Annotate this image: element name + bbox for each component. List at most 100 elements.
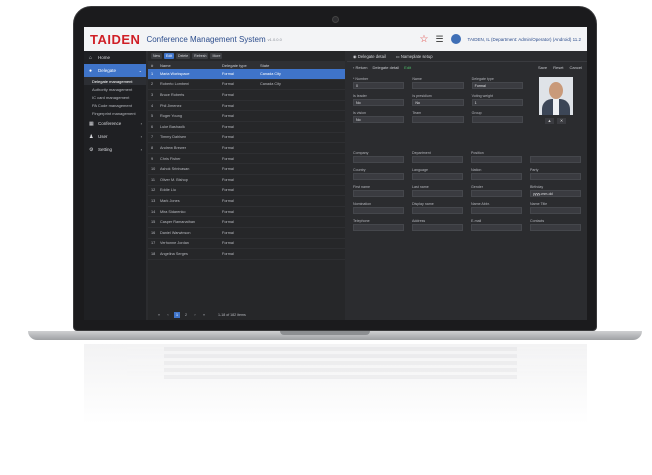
table-row[interactable]: 1 Maria Workspace Formal Canada City — [148, 69, 345, 80]
app-title: Conference Management System — [146, 34, 266, 44]
field-input[interactable] — [530, 207, 581, 214]
table-row[interactable]: 16 Daniel Warwinson Formal — [148, 228, 345, 239]
table-cell: Luke Bashaolk — [160, 124, 185, 129]
edit-button[interactable]: Edit — [164, 53, 175, 59]
table-cell: Formal — [222, 145, 234, 150]
field-input[interactable]: yyyy-mm-dd — [530, 190, 581, 197]
field-input[interactable]: No — [412, 99, 464, 106]
field-input[interactable] — [412, 207, 463, 214]
field-input[interactable]: No — [353, 99, 405, 106]
table-row[interactable]: 5 Roger Young Formal — [148, 111, 345, 122]
table-row[interactable]: 9 Chris Fisher Formal — [148, 154, 345, 165]
table-row[interactable]: 8 Andrew Brewer Formal — [148, 143, 345, 154]
table-row[interactable]: 10 Ashok Srinivasan Formal — [148, 164, 345, 175]
field-input[interactable]: 1 — [471, 99, 523, 106]
prev-page-icon[interactable]: ‹ — [165, 312, 171, 318]
column-header[interactable]: Delegate type — [222, 63, 260, 68]
field-input[interactable] — [353, 224, 404, 231]
table-row[interactable]: 4 Phil Jimenez Formal — [148, 101, 345, 112]
sidebar-item-user[interactable]: ♟ User › — [84, 130, 146, 143]
menu-icon[interactable]: ☰ — [435, 34, 443, 45]
first-page-icon[interactable]: « — [156, 312, 162, 318]
field-input[interactable] — [412, 156, 463, 163]
user-avatar-icon[interactable] — [450, 34, 461, 44]
field-input[interactable] — [530, 224, 581, 231]
subitem-authority-management[interactable]: Authority management — [84, 85, 146, 93]
form-field: Language — [412, 168, 463, 185]
field-input[interactable] — [530, 156, 581, 163]
field-input[interactable] — [471, 156, 522, 163]
field-input[interactable] — [353, 207, 404, 214]
table-row[interactable]: 2 Roberto Lombeni Formal Canada City — [148, 80, 345, 91]
table-row[interactable]: 13 Mark Jones Formal — [148, 196, 345, 207]
subitem-fingerprint-management[interactable]: Fingerprint management — [84, 109, 146, 117]
table-cell: 4 — [151, 103, 154, 108]
table-row[interactable]: 11 Oliver M. Bishop Formal — [148, 175, 345, 186]
form-field: Name — [412, 77, 464, 94]
field-input[interactable] — [353, 190, 404, 197]
field-input[interactable] — [412, 224, 463, 231]
field-input[interactable] — [471, 116, 523, 123]
remove-photo-icon[interactable]: ✕ — [557, 118, 566, 124]
sidebar-item-home[interactable]: ⌂ Home — [84, 51, 146, 64]
subitem-ic-card-management[interactable]: IC card management — [84, 93, 146, 101]
refresh-button[interactable]: Refresh — [192, 53, 209, 59]
field-input[interactable] — [353, 173, 404, 180]
reset-button[interactable]: Reset — [553, 65, 563, 70]
field-input[interactable] — [412, 173, 463, 180]
sidebar-item-delegate[interactable]: ● Delegate ⌄ — [84, 64, 146, 77]
field-input[interactable] — [471, 207, 522, 214]
table-row[interactable]: 6 Luke Bashaolk Formal — [148, 122, 345, 133]
form-field: Contacts — [530, 219, 581, 236]
circle-icon: ◉ — [353, 53, 357, 59]
delete-button[interactable]: Delete — [176, 53, 191, 59]
subitem-pa-code-management[interactable]: PA Code management — [84, 101, 146, 109]
new-button[interactable]: New — [151, 53, 163, 59]
table-row[interactable]: 15 Casper Ramanathan Formal — [148, 217, 345, 228]
upload-photo-icon[interactable]: ▲ — [545, 118, 554, 124]
sidebar-item-conference[interactable]: ▦ Conference › — [84, 117, 146, 130]
last-page-icon[interactable]: » — [201, 312, 207, 318]
table-cell: Canada City — [260, 71, 281, 76]
table-cell: Formal — [222, 124, 234, 129]
table-row[interactable]: 18 Angelina Serges Formal — [148, 249, 345, 260]
field-input[interactable]: Formal — [471, 82, 523, 89]
sidebar-item-setting[interactable]: ⚙ Setting › — [84, 143, 146, 156]
field-input[interactable] — [471, 190, 522, 197]
tab-nameplate-setup[interactable]: ▭ Nameplate setup — [396, 54, 433, 59]
field-input[interactable] — [353, 156, 404, 163]
page-2-button[interactable]: 2 — [183, 312, 189, 318]
save-button[interactable]: Save — [538, 65, 547, 70]
form-field: Voting weight 1 — [471, 94, 523, 111]
next-page-icon[interactable]: › — [192, 312, 198, 318]
field-input[interactable] — [530, 173, 581, 180]
table-row[interactable]: 12 Eddie Liu Formal — [148, 186, 345, 197]
return-button[interactable]: ‹ Return — [353, 65, 367, 70]
user-info[interactable]: TAIDEN, IL (Department: Admin/Operator) … — [468, 37, 581, 42]
tab-delegate-detail[interactable]: ◉ Delegate detail — [353, 54, 386, 59]
field-input[interactable]: No — [353, 116, 405, 123]
column-header[interactable]: State — [260, 63, 290, 68]
table-cell: Formal — [222, 177, 234, 182]
detail-subbar: ‹ Return Delegate detail Edit Save Reset… — [347, 62, 587, 73]
cancel-button[interactable]: Cancel — [570, 65, 582, 70]
more-button[interactable]: More — [210, 53, 223, 59]
favorite-icon[interactable]: ☆ — [419, 34, 428, 45]
field-input[interactable]: 0 — [353, 82, 405, 89]
table-row[interactable]: 3 Bruce Roberts Formal — [148, 90, 345, 101]
column-header[interactable]: # — [148, 63, 160, 68]
form-field: Position — [471, 151, 522, 168]
table-cell: Angelina Serges — [160, 251, 188, 256]
table-row[interactable]: 14 Mira Sidarenko Formal — [148, 207, 345, 218]
field-input[interactable] — [471, 224, 522, 231]
field-input[interactable] — [412, 82, 464, 89]
field-input[interactable] — [412, 190, 463, 197]
table-row[interactable]: 17 Verhonne Jordan Formal — [148, 239, 345, 250]
sidebar-item-label: Setting — [98, 147, 113, 152]
field-input[interactable] — [471, 173, 522, 180]
subitem-delegate-management[interactable]: Delegate management — [84, 77, 146, 85]
page-1-button[interactable]: 1 — [174, 311, 180, 318]
table-row[interactable]: 7 Timmy Dahlsen Formal — [148, 133, 345, 144]
field-input[interactable] — [412, 116, 464, 123]
column-header[interactable]: Name — [160, 63, 222, 68]
